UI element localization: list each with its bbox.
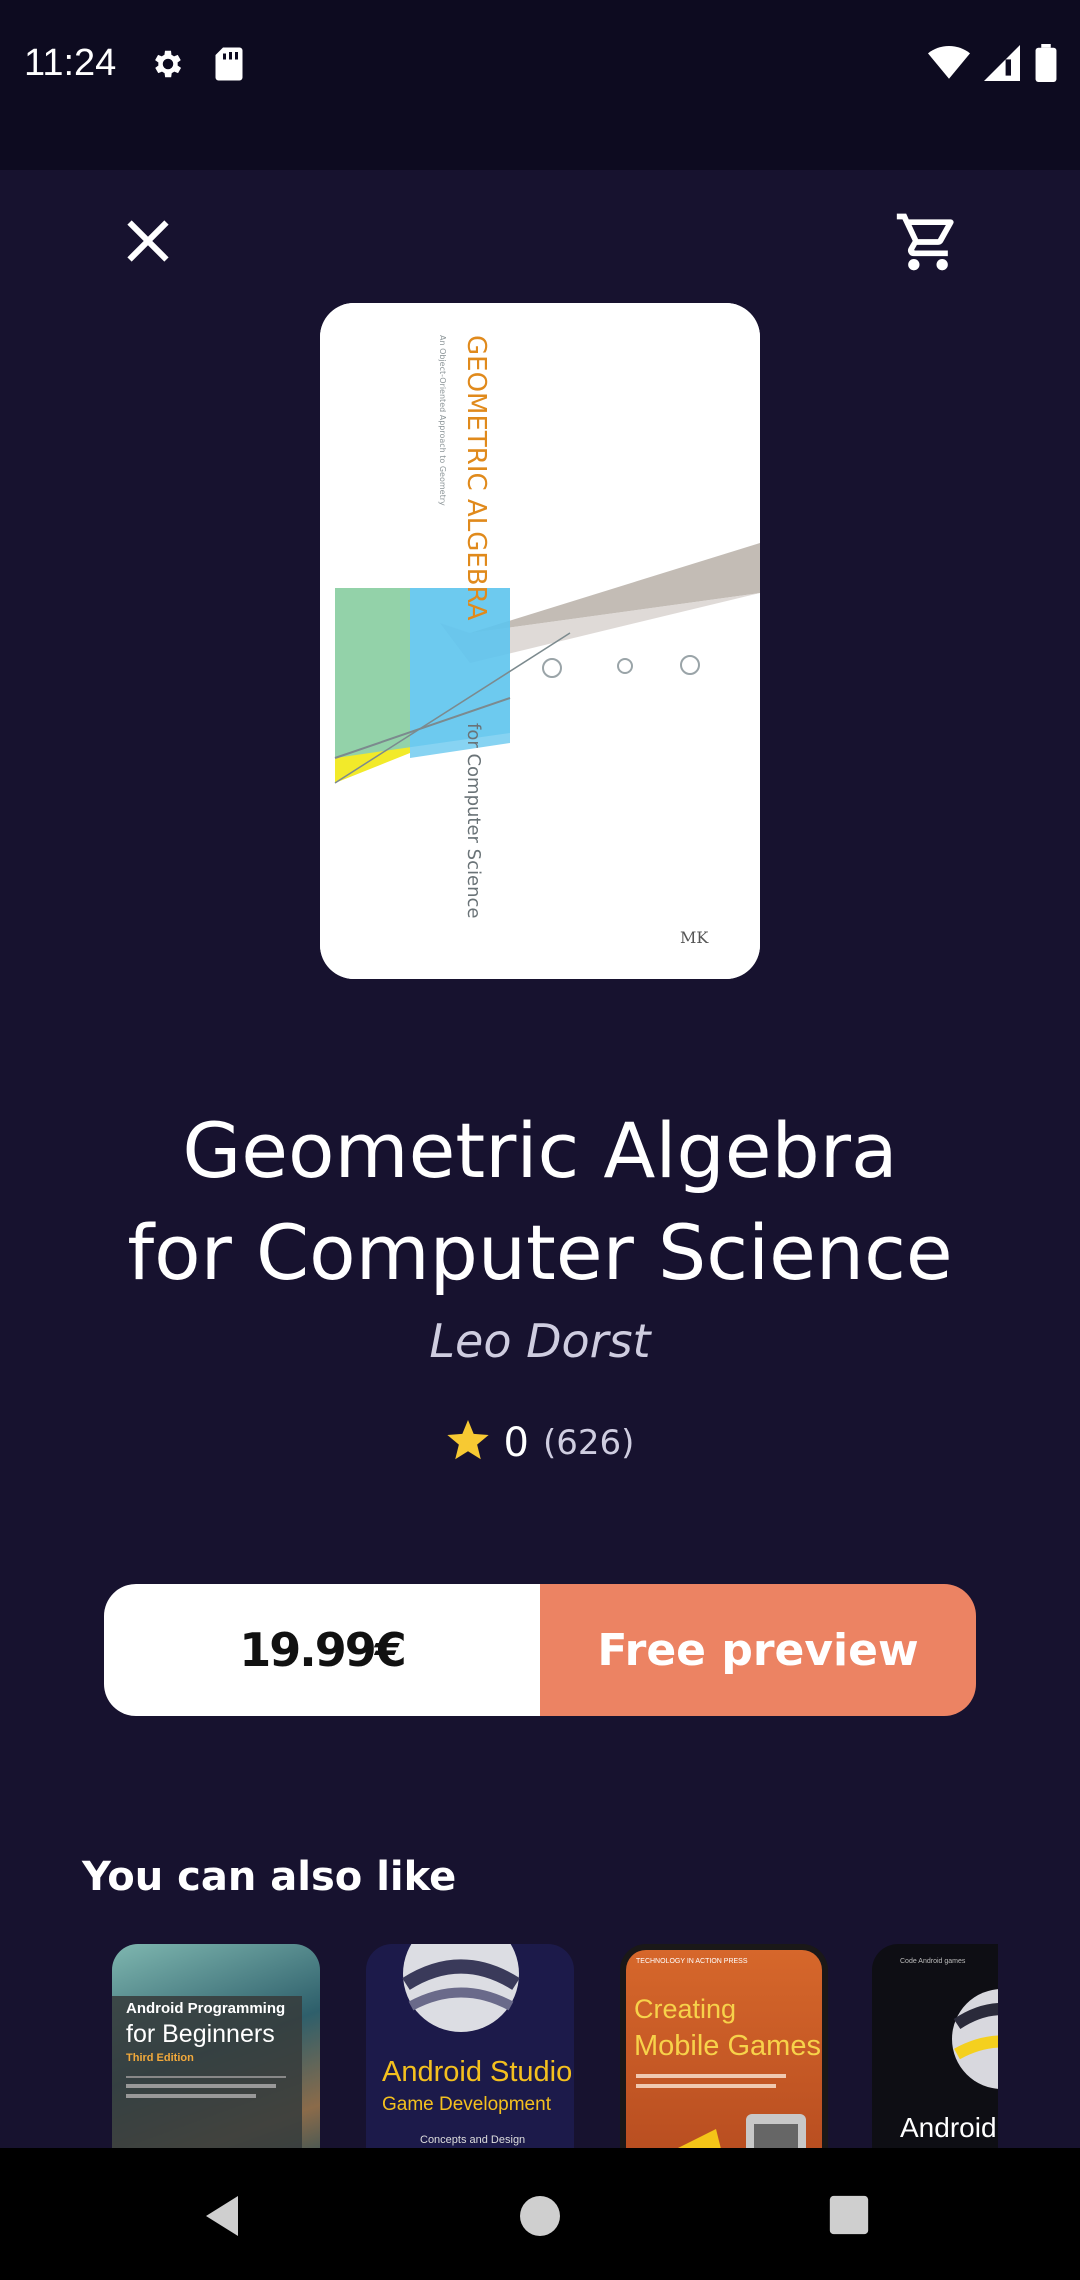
status-bar: 11:24 xyxy=(0,0,1080,170)
recommendation-card[interactable]: Code Android games Android A xyxy=(872,1944,998,2148)
recommendations-title: You can also like xyxy=(82,1854,457,1900)
purchase-actions: 19.99€ Free preview xyxy=(104,1584,976,1716)
book-title-line2: for Computer Science xyxy=(127,1208,953,1297)
rating-count: (626) xyxy=(543,1423,635,1463)
book-details-screen: GEOMETRIC ALGEBRA An Object-Oriented App… xyxy=(0,170,1080,2148)
star-icon xyxy=(446,1420,490,1466)
cover-art: GEOMETRIC ALGEBRA An Object-Oriented App… xyxy=(320,303,760,979)
recommendations-list[interactable]: Android Programming for Beginners Third … xyxy=(112,1944,998,2148)
cart-button[interactable] xyxy=(894,208,962,276)
recommendation-line1: Android Studio xyxy=(382,2056,573,2088)
book-author[interactable]: Leo Dorst xyxy=(0,1314,1080,1368)
signal-icon xyxy=(984,45,1020,85)
status-time: 11:24 xyxy=(24,42,117,84)
recommendation-line1: Android A xyxy=(900,2112,998,2143)
book-cover[interactable]: GEOMETRIC ALGEBRA An Object-Oriented App… xyxy=(320,303,760,979)
recents-icon xyxy=(829,2195,869,2235)
home-button[interactable] xyxy=(516,2192,564,2244)
recommendation-line2: for Beginners xyxy=(126,2020,275,2048)
cover-subtitle: for Computer Science xyxy=(463,723,484,918)
cover-graphic xyxy=(678,2114,806,2148)
gear-icon xyxy=(150,46,186,86)
home-icon xyxy=(520,2196,560,2236)
navigation-bar xyxy=(0,2148,1080,2280)
recommendation-card[interactable]: Android Studio Game Development Concepts… xyxy=(366,1944,574,2148)
cover-title: GEOMETRIC ALGEBRA xyxy=(461,335,491,621)
recommendation-card[interactable]: TECHNOLOGY IN ACTION PRESS Creating Mobi… xyxy=(620,1944,828,2148)
recommendation-line3: Third Edition xyxy=(126,2052,194,2064)
recommendation-line2: Mobile Games xyxy=(634,2030,821,2062)
svg-text:MK: MK xyxy=(680,928,709,947)
recommendation-card[interactable]: Android Programming for Beginners Third … xyxy=(112,1944,320,2148)
buy-price-button[interactable]: 19.99€ xyxy=(104,1584,540,1716)
back-icon xyxy=(206,2196,238,2236)
sd-card-icon xyxy=(214,46,244,86)
cart-icon xyxy=(896,213,954,271)
close-button[interactable] xyxy=(120,213,176,269)
recommendation-line3: Concepts and Design xyxy=(420,2134,526,2146)
globe-graphic xyxy=(952,1989,998,2089)
recommendation-line1: Creating xyxy=(634,1994,737,2024)
rating-value: 0 xyxy=(503,1420,529,1466)
free-preview-button[interactable]: Free preview xyxy=(540,1584,976,1716)
svg-text:An Object-Oriented Approach to: An Object-Oriented Approach to Geometry xyxy=(438,335,447,506)
wifi-icon xyxy=(928,45,970,85)
book-title: Geometric Algebra for Computer Science xyxy=(40,1100,1040,1304)
battery-icon xyxy=(1034,44,1058,86)
close-icon xyxy=(127,220,169,262)
book-title-line1: Geometric Algebra xyxy=(182,1106,898,1195)
rating: 0 (626) xyxy=(0,1420,1080,1466)
recommendation-line2: Game Development xyxy=(382,2094,551,2115)
recommendation-line1: Android Programming xyxy=(126,2000,286,2017)
recents-button[interactable] xyxy=(826,2192,872,2242)
status-right xyxy=(928,44,1058,86)
back-button[interactable] xyxy=(200,2192,248,2244)
globe-graphic xyxy=(402,1944,520,2032)
